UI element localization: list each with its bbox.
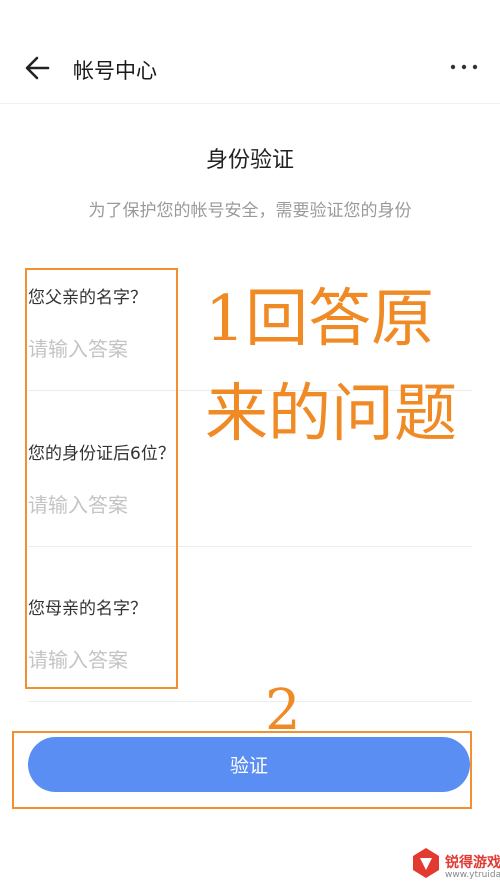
top-bar: 帐号中心 (0, 0, 500, 104)
annotation-step1-line2: 来的问题 (205, 377, 457, 450)
page-title: 帐号中心 (73, 59, 157, 83)
more-dots-icon[interactable] (448, 55, 480, 79)
watermark-name: 锐得游戏网 (445, 855, 500, 871)
verify-button[interactable]: 验证 (28, 737, 470, 792)
watermark-url: www.ytruida.com (445, 870, 500, 880)
annotation-step1-line1: 1回答原 (205, 282, 435, 355)
verification-heading: 身份验证 (205, 148, 294, 173)
annotation-box-questions (25, 268, 178, 689)
divider (28, 701, 472, 702)
verification-description: 为了保护您的帐号安全，需要验证您的身份 (88, 201, 412, 221)
arrow-left-icon[interactable] (22, 52, 54, 84)
watermark-logo-icon (413, 848, 439, 878)
